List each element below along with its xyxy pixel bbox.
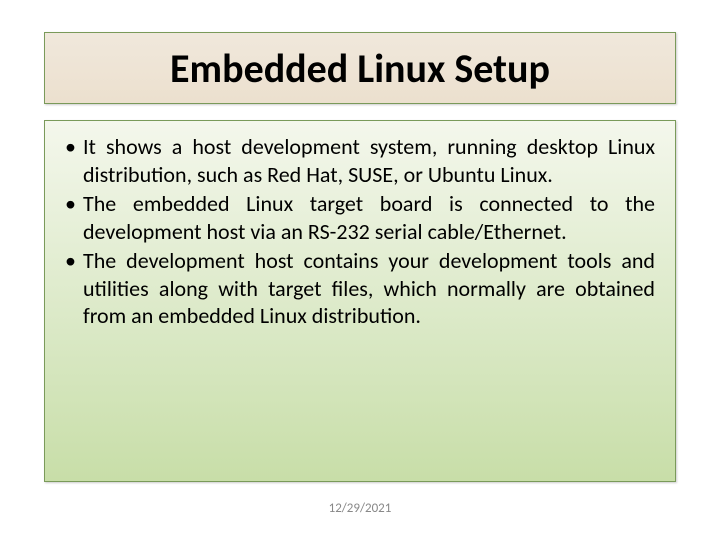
title-box: Embedded Linux Setup: [44, 32, 676, 104]
footer-date: 12/29/2021: [0, 501, 720, 516]
bullet-item: It shows a host development system, runn…: [65, 133, 655, 188]
content-box: It shows a host development system, runn…: [44, 120, 676, 482]
bullet-item: The development host contains your devel…: [65, 247, 655, 330]
slide-title: Embedded Linux Setup: [170, 44, 550, 93]
bullet-item: The embedded Linux target board is conne…: [65, 190, 655, 245]
